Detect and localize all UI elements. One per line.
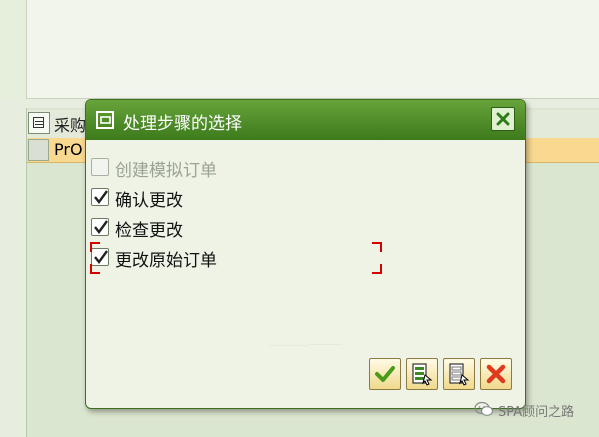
- close-button[interactable]: [491, 107, 515, 131]
- row-selector[interactable]: [28, 139, 49, 161]
- checkbox-check-changes[interactable]: [91, 218, 109, 236]
- option-label: 确认更改: [115, 191, 183, 211]
- checkmark-icon: [94, 190, 108, 204]
- close-icon: [496, 112, 510, 126]
- option-label: 创建模拟订单: [115, 161, 217, 181]
- cancel-button[interactable]: [480, 358, 512, 390]
- confirm-icon: [375, 366, 395, 382]
- focus-corner-top-left: [90, 242, 100, 252]
- checkbox-confirm-changes[interactable]: [91, 188, 109, 206]
- focus-corner-bottom-left: [90, 264, 100, 274]
- watermark: SPA顾问之路: [498, 405, 575, 420]
- dialog-window-icon: [96, 111, 114, 129]
- column-header-purchasing[interactable]: 采购: [54, 112, 86, 136]
- upper-pane-content: [26, 0, 599, 99]
- focus-corner-bottom-right: [372, 264, 382, 274]
- option-label: 更改原始订单: [115, 251, 217, 271]
- table-cell: PrO: [54, 140, 83, 159]
- select-all-button[interactable]: [406, 358, 438, 390]
- checkbox-create-simulated-order[interactable]: [91, 158, 109, 176]
- dialog-titlebar[interactable]: 处理步骤的选择: [86, 100, 525, 140]
- select-all-icon: [412, 363, 433, 386]
- dialog-title: 处理步骤的选择: [123, 114, 242, 134]
- wechat-logo-icon: [474, 401, 494, 416]
- button-bar-separator: [268, 344, 343, 346]
- confirm-button[interactable]: [369, 358, 401, 390]
- upper-pane: [0, 0, 599, 99]
- cancel-icon: [486, 364, 506, 384]
- table-settings-icon[interactable]: [28, 112, 50, 134]
- focus-corner-top-right: [372, 242, 382, 252]
- processing-step-dialog: 处理步骤的选择 创建模拟订单 确认更改 检查更改 更改原始订单: [85, 99, 526, 409]
- deselect-all-button[interactable]: [443, 358, 475, 390]
- option-label: 检查更改: [115, 221, 183, 241]
- deselect-icon: [449, 363, 470, 386]
- checkmark-icon: [94, 220, 108, 234]
